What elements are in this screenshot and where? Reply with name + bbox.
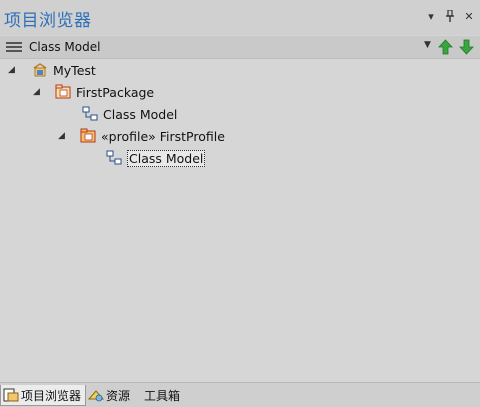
tree-node-label: Class Model [103,106,178,122]
menu-icon[interactable] [6,42,22,52]
package-icon [55,84,71,100]
expand-triangle-icon[interactable]: ◢ [33,87,45,97]
profile-package-icon [80,128,96,144]
tree-node-label: Class Model [127,149,206,167]
window-title: 项目浏览器 [4,11,92,31]
tree-node-profile[interactable]: ◢ «profile» FirstProfile [58,126,225,146]
move-up-icon[interactable] [438,39,453,55]
tree-node-root[interactable]: ◢ MyTest [8,60,96,80]
toolbar: Class Model ▼ [0,36,480,59]
bottom-tab-bar: 项目浏览器 资源 工具箱 [0,382,480,407]
project-tree: ◢ MyTest ◢ FirstPackage Class Model ◢ «p… [0,59,480,381]
tree-node-class-model[interactable]: Class Model [82,104,177,124]
tree-node-label: FirstPackage [76,84,155,100]
tab-toolbox[interactable]: 工具箱 [136,385,180,405]
diagram-icon [106,150,122,166]
pin-icon[interactable] [443,9,457,24]
tree-node-class-model-selected[interactable]: Class Model [106,148,206,168]
model-root-icon [32,62,48,78]
toolbar-dropdown-icon[interactable]: ▼ [424,40,431,50]
tab-label: 工具箱 [144,388,181,403]
tree-node-label: «profile» FirstProfile [101,128,225,144]
expand-triangle-icon[interactable]: ◢ [8,65,20,75]
diagram-icon [82,106,98,122]
tree-node-package[interactable]: ◢ FirstPackage [33,82,154,102]
title-bar: 项目浏览器 ▾ ✕ [0,0,480,35]
tree-node-label: MyTest [53,62,96,78]
tab-resources[interactable]: 资源 [86,385,130,405]
move-down-icon[interactable] [459,39,474,55]
tab-project-browser[interactable]: 项目浏览器 [0,385,87,406]
dropdown-menu-icon[interactable]: ▾ [424,10,438,24]
expand-triangle-icon[interactable]: ◢ [58,131,70,141]
tab-label: 项目浏览器 [21,388,82,403]
close-icon[interactable]: ✕ [462,10,476,24]
project-browser-icon [3,387,19,403]
toolbar-label: Class Model [29,40,101,54]
tab-label: 资源 [106,388,131,403]
resources-icon [87,387,105,403]
